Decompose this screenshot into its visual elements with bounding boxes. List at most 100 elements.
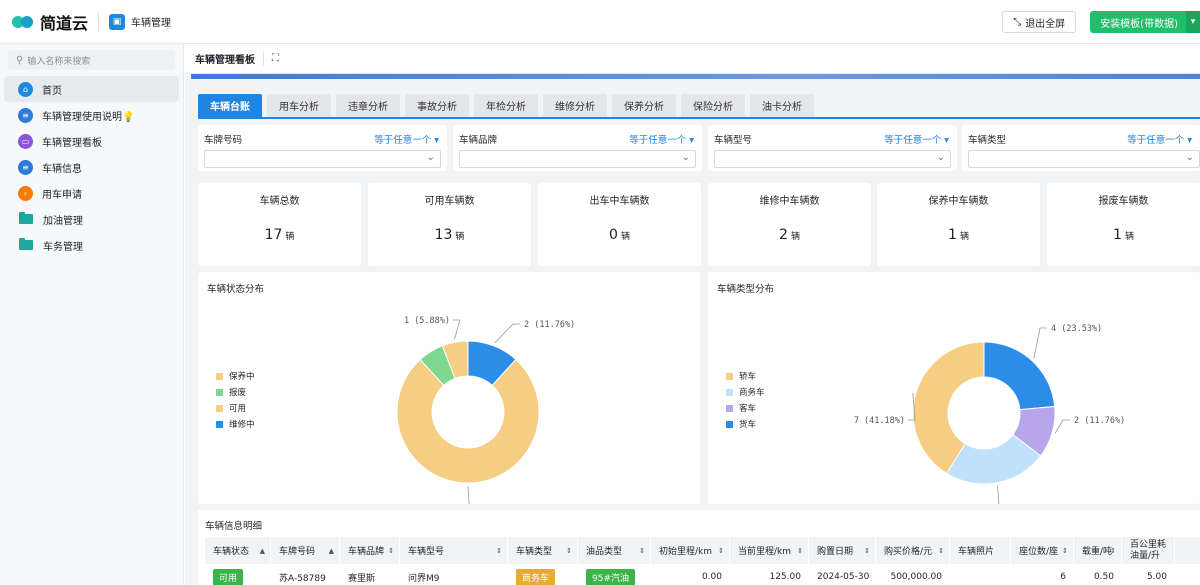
tab-maintenance-analysis[interactable]: 保养分析 bbox=[612, 94, 676, 117]
table-cell: 赛里斯 bbox=[348, 573, 376, 584]
exit-fullscreen-button[interactable]: ⤡ 退出全屏 bbox=[1002, 11, 1077, 33]
pie-slice-可用[interactable] bbox=[396, 358, 540, 484]
table-cell bbox=[950, 565, 1011, 585]
status-donut-chart: 2 (11.76%)13 (76.47%)1 (5.88%) bbox=[396, 316, 575, 504]
chevron-down-icon: ⌄ bbox=[1185, 152, 1194, 163]
filter-operator[interactable]: 等于任意一个 ▾ bbox=[629, 132, 694, 146]
filter-type: 车辆类型 等于任意一个 ▾ ⌄ bbox=[962, 125, 1200, 171]
stat-total: 车辆总数 17 辆 bbox=[198, 183, 361, 266]
column-header[interactable]: 载重/吨 ⇕ bbox=[1074, 537, 1122, 564]
column-header[interactable]: 车辆型号 ⇕ bbox=[400, 537, 508, 564]
tab-violation-analysis[interactable]: 违章分析 bbox=[336, 94, 400, 117]
table-cell: 问界M9 bbox=[408, 573, 440, 584]
sidebar-item-dashboard[interactable]: ▭ 车辆管理看板 bbox=[4, 128, 179, 154]
expand-icon[interactable]: ⛶ bbox=[272, 53, 279, 64]
search-input[interactable]: ⚲ 输入名称来搜索 bbox=[8, 50, 175, 70]
status-badge: 可用 bbox=[213, 568, 244, 585]
filter-plate: 车牌号码 等于任意一个 ▾ ⌄ bbox=[198, 125, 447, 171]
sort-icon: ⇕ bbox=[718, 546, 724, 555]
app-icon: ▣ bbox=[109, 13, 126, 30]
stat-scrapped: 报废车辆数 1 辆 bbox=[1047, 183, 1200, 266]
column-header[interactable]: 车辆照片 bbox=[950, 537, 1011, 564]
slice-label: 7 (41.18%) bbox=[854, 416, 905, 426]
page-title: 车辆管理看板 bbox=[195, 55, 255, 66]
table-cell: 2024-05-30 bbox=[817, 572, 870, 582]
column-header[interactable]: 车辆品牌 ⇕ bbox=[340, 537, 400, 564]
app-name[interactable]: 车辆管理 bbox=[131, 14, 171, 29]
vehicle-detail-table: 车辆信息明细 车辆状态 ▲ 车牌号码 ▲ 车辆品牌 ⇕ 车辆型号 ⇕ 车辆类型 ⇕ 油品类… bbox=[198, 510, 1200, 585]
tab-accident-analysis[interactable]: 事故分析 bbox=[405, 94, 469, 117]
column-header[interactable]: 车牌号码 ▲ bbox=[271, 537, 340, 564]
table-cell: 苏A-58789 bbox=[279, 573, 326, 584]
filter-operator[interactable]: 等于任意一个 ▾ bbox=[884, 132, 949, 146]
slice-leader-line bbox=[997, 485, 1000, 504]
filter-select[interactable]: ⌄ bbox=[459, 150, 696, 168]
column-header[interactable]: 百公里耗油量/升 bbox=[1122, 537, 1175, 564]
filter-model: 车辆型号 等于任意一个 ▾ ⌄ bbox=[708, 125, 957, 171]
column-header[interactable]: 初始里程/km ⇕ bbox=[651, 537, 730, 564]
folder-icon bbox=[19, 238, 33, 250]
table-row[interactable]: 可用 苏A-58789 赛里斯 问界M9 商务车 95#汽油 0.00 125.… bbox=[205, 565, 1200, 585]
type-chart-card: 车辆类型分布 轿车 商务车 客车 货车 4 (23.53%) 2 (11.76%)… bbox=[708, 272, 1200, 504]
sort-icon: ⇕ bbox=[797, 546, 803, 555]
tab-inspection-analysis[interactable]: 年检分析 bbox=[474, 94, 538, 117]
chevron-down-icon: ⌄ bbox=[681, 152, 690, 163]
chevron-down-icon[interactable]: ▾ bbox=[1186, 11, 1200, 33]
dashboard-header: 车辆管理看板 ⛶ bbox=[185, 44, 1200, 74]
brand-logo[interactable]: 简道云 bbox=[12, 10, 88, 34]
stat-maintenance: 保养中车辆数 1 辆 bbox=[877, 183, 1040, 266]
tab-underline bbox=[198, 117, 1200, 119]
filter-select[interactable]: ⌄ bbox=[204, 150, 441, 168]
sidebar-item-vehicle-info[interactable]: ≡ 车辆信息 bbox=[4, 154, 179, 180]
filter-operator[interactable]: 等于任意一个 ▾ bbox=[1127, 132, 1192, 146]
column-header[interactable]: 当前里程/km ⇕ bbox=[730, 537, 809, 564]
slice-label: 1 (5.88%) bbox=[404, 316, 450, 326]
sort-asc-icon: ▲ bbox=[259, 546, 265, 555]
sidebar-item-guide[interactable]: ≡ 车辆管理使用说明💡 bbox=[4, 102, 179, 128]
divider bbox=[263, 51, 264, 66]
sort-icon: ⇕ bbox=[864, 546, 870, 555]
filter-brand: 车辆品牌 等于任意一个 ▾ ⌄ bbox=[453, 125, 702, 171]
table-cell: 6 bbox=[1060, 572, 1066, 582]
column-header[interactable]: 车辆类型 ⇕ bbox=[508, 537, 578, 564]
stat-out: 出车中车辆数 0 辆 bbox=[538, 183, 701, 266]
table-cell: 125.00 bbox=[769, 572, 802, 582]
tab-vehicle-ledger[interactable]: 车辆台账 bbox=[198, 94, 262, 117]
home-icon: ⌂ bbox=[18, 81, 33, 97]
slice-leader-line bbox=[1033, 327, 1047, 359]
column-header[interactable]: 购买价格/元 ⇕ bbox=[876, 537, 950, 564]
banner-strip bbox=[191, 74, 1200, 79]
flow-icon: › bbox=[18, 185, 33, 201]
filter-select[interactable]: ⌄ bbox=[714, 150, 951, 168]
tab-usage-analysis[interactable]: 用车分析 bbox=[267, 94, 331, 117]
column-header[interactable]: 油品类型 ⇕ bbox=[578, 537, 651, 564]
column-header[interactable]: 购置日期 ⇕ bbox=[809, 537, 876, 564]
sidebar-item-home[interactable]: ⌂ 首页 bbox=[4, 76, 179, 102]
tab-fuelcard-analysis[interactable]: 油卡分析 bbox=[750, 94, 814, 117]
tab-repair-analysis[interactable]: 维修分析 bbox=[543, 94, 607, 117]
logo-icon bbox=[12, 14, 36, 30]
top-bar: 简道云 ▣ 车辆管理 ⤡ 退出全屏 安装模板(带数据) ▾ bbox=[0, 0, 1200, 44]
slice-leader-line bbox=[467, 485, 470, 504]
column-header[interactable]: 座位数/座 ⇕ bbox=[1011, 537, 1074, 564]
table-cell: 0.00 bbox=[701, 572, 722, 582]
filter-operator[interactable]: 等于任意一个 ▾ bbox=[374, 132, 439, 146]
filter-select[interactable]: ⌄ bbox=[968, 150, 1200, 168]
sort-icon: ⇕ bbox=[496, 546, 502, 555]
sidebar-item-fuel[interactable]: 加油管理 bbox=[4, 206, 179, 232]
slice-label: 2 (11.76%) bbox=[1074, 416, 1125, 426]
install-template-button[interactable]: 安装模板(带数据) bbox=[1090, 11, 1186, 33]
fuel-badge: 95#汽油 bbox=[586, 568, 635, 585]
slice-label: 2 (11.76%) bbox=[524, 320, 575, 330]
sidebar-item-affairs[interactable]: 车务管理 bbox=[4, 232, 179, 258]
sort-icon: ⇕ bbox=[1062, 546, 1068, 555]
sidebar-item-vehicle-request[interactable]: › 用车申请 bbox=[4, 180, 179, 206]
column-header[interactable]: 车辆状态 ▲ bbox=[205, 537, 271, 564]
type-donut-chart: 4 (23.53%)2 (11.76%)4 (23.53%)7 (41.18%) bbox=[854, 324, 1125, 504]
pie-slice-货车[interactable] bbox=[983, 341, 1056, 411]
slice-leader-line bbox=[453, 319, 461, 340]
tab-insurance-analysis[interactable]: 保险分析 bbox=[681, 94, 745, 117]
main-content: 车辆管理看板 ⛶ 车辆台账 用车分析 违章分析 事故分析 年检分析 维修分析 保… bbox=[185, 44, 1200, 585]
divider bbox=[98, 12, 100, 31]
table-cell: 5.00 bbox=[1146, 572, 1167, 582]
